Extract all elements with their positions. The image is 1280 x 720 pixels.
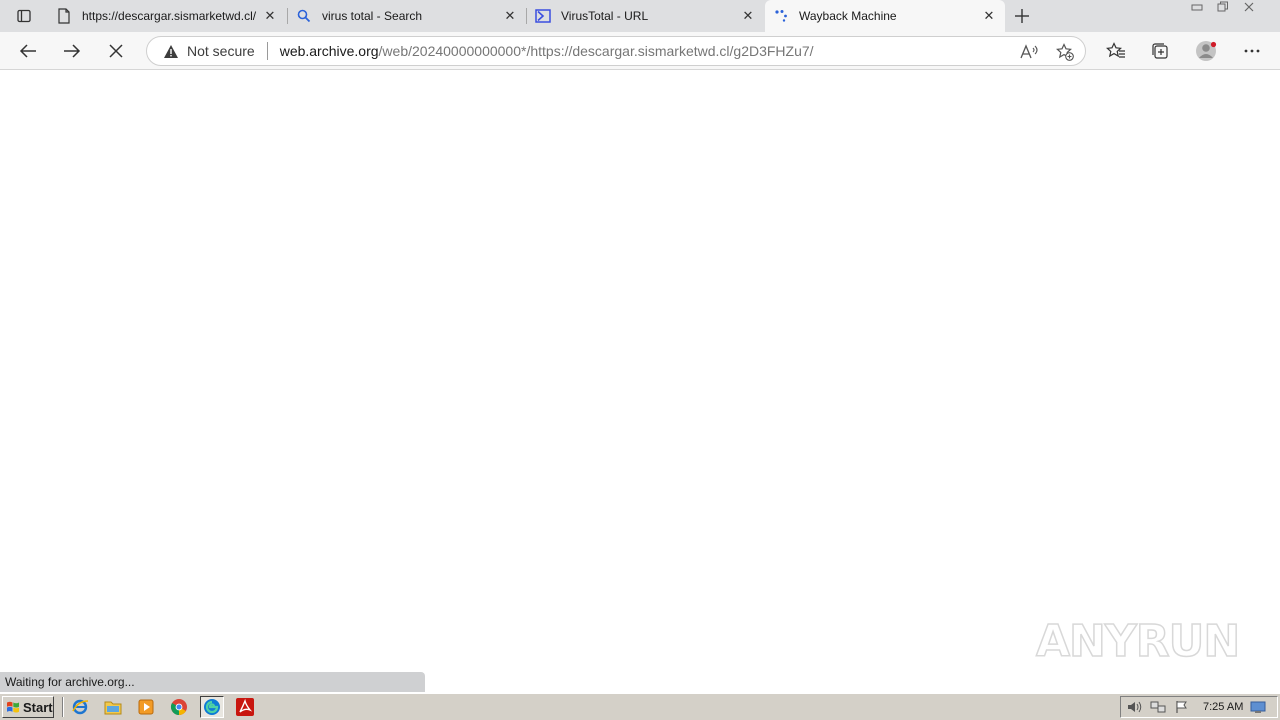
start-label: Start — [23, 699, 53, 715]
watermark-text-right: RUN — [1135, 615, 1241, 668]
collections-button[interactable] — [1146, 37, 1174, 65]
avatar-icon — [1196, 41, 1217, 61]
volume-icon[interactable] — [1125, 699, 1143, 715]
add-favorite-button[interactable] — [1055, 42, 1075, 62]
stop-loading-button[interactable] — [102, 37, 130, 65]
internet-explorer-icon[interactable] — [68, 696, 92, 718]
forward-button[interactable] — [58, 37, 86, 65]
close-icon[interactable]: ✕ — [262, 8, 278, 24]
new-tab-button[interactable] — [1010, 4, 1034, 28]
status-bubble: Waiting for archive.org... — [0, 672, 425, 692]
close-icon[interactable]: ✕ — [981, 8, 997, 24]
tab-wayback-machine[interactable]: Wayback Machine ✕ — [765, 0, 1005, 32]
tab-actions-icon — [17, 9, 31, 23]
warning-icon — [164, 44, 178, 58]
collections-icon — [1152, 43, 1168, 59]
tab-title: https://descargar.sismarketwd.cl/ — [82, 9, 257, 23]
page-viewport — [0, 71, 1280, 692]
settings-more-button[interactable] — [1238, 37, 1266, 65]
plus-icon — [1015, 9, 1029, 23]
search-icon — [296, 8, 312, 24]
favorites-icon — [1106, 42, 1125, 58]
edge-icon[interactable] — [200, 696, 224, 718]
tab-title: VirusTotal - URL — [561, 9, 649, 23]
tab-virus-total-search[interactable]: virus total - Search ✕ — [288, 0, 526, 32]
taskbar-divider — [62, 697, 64, 717]
back-button[interactable] — [14, 37, 42, 65]
read-aloud-icon — [1020, 44, 1038, 59]
tab-actions-button[interactable] — [8, 4, 40, 28]
network-icon[interactable] — [1149, 699, 1167, 715]
close-icon — [1244, 2, 1254, 12]
address-bar-actions — [1003, 42, 1075, 62]
close-icon[interactable]: ✕ — [740, 8, 756, 24]
chrome-icon[interactable] — [167, 696, 191, 718]
virustotal-icon — [535, 8, 551, 24]
watermark-text-left: ANY — [1035, 615, 1137, 668]
media-player-icon[interactable] — [134, 696, 158, 718]
read-aloud-button[interactable] — [1019, 42, 1039, 62]
close-icon — [109, 44, 123, 58]
profile-button[interactable] — [1192, 37, 1220, 65]
show-desktop-icon[interactable] — [1249, 699, 1267, 715]
url-text[interactable]: web.archive.org/web/20240000000000*/http… — [280, 43, 814, 59]
arrow-right-icon — [64, 44, 81, 58]
minimize-icon — [1191, 4, 1203, 11]
windows-logo-icon — [7, 701, 19, 713]
arrow-left-icon — [19, 44, 36, 58]
clock[interactable]: 7:25 AM — [1203, 701, 1243, 713]
site-info-button[interactable]: Not secure — [163, 43, 255, 59]
acrobat-icon[interactable] — [233, 696, 257, 718]
loading-spinner-icon — [773, 8, 789, 24]
page-icon — [56, 8, 72, 24]
minimize-button[interactable] — [1186, 0, 1208, 14]
system-tray: 7:25 AM — [1120, 696, 1278, 718]
restore-icon — [1217, 1, 1228, 12]
address-divider — [266, 42, 268, 60]
tab-strip: https://descargar.sismarketwd.cl/ ✕ viru… — [0, 0, 1280, 32]
quick-launch — [58, 696, 266, 718]
start-button[interactable]: Start — [2, 696, 54, 718]
window-controls — [1182, 0, 1260, 18]
tab-title: Wayback Machine — [799, 9, 897, 23]
favorites-button[interactable] — [1102, 37, 1130, 65]
close-window-button[interactable] — [1238, 0, 1260, 14]
star-add-icon — [1056, 43, 1074, 61]
tab-descargar[interactable]: https://descargar.sismarketwd.cl/ ✕ — [48, 0, 286, 32]
action-center-flag-icon[interactable] — [1173, 699, 1191, 715]
tab-virustotal-url[interactable]: VirusTotal - URL ✕ — [527, 0, 764, 32]
security-label: Not secure — [187, 43, 255, 59]
ellipsis-icon — [1244, 49, 1260, 53]
restore-button[interactable] — [1212, 0, 1234, 14]
file-explorer-icon[interactable] — [101, 696, 125, 718]
tab-title: virus total - Search — [322, 9, 423, 23]
address-bar[interactable]: Not secure web.archive.org/web/202400000… — [146, 36, 1086, 66]
url-host: web.archive.org — [279, 43, 379, 59]
close-icon[interactable]: ✕ — [502, 8, 518, 24]
taskbar: Start 7:25 AM — [0, 693, 1280, 720]
url-path: /web/20240000000000*/https://descargar.s… — [378, 43, 814, 59]
browser-toolbar: Not secure web.archive.org/web/202400000… — [0, 32, 1280, 70]
anyrun-watermark: ANY RUN — [1035, 606, 1241, 676]
browser-window: https://descargar.sismarketwd.cl/ ✕ viru… — [0, 0, 1280, 720]
